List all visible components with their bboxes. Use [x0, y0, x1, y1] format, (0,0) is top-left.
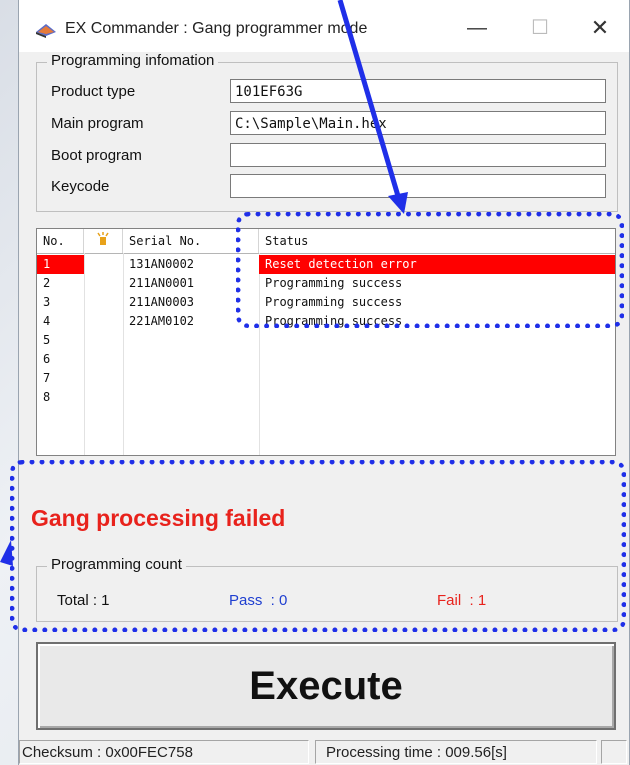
row-status — [259, 350, 615, 369]
column-header-lamp[interactable] — [84, 229, 123, 253]
left-arrow-head — [0, 540, 13, 566]
row-status — [259, 388, 615, 407]
row-status: Programming success — [265, 276, 403, 290]
row-serial — [123, 369, 259, 388]
programming-count-legend: Programming count — [47, 556, 186, 573]
device-list-row[interactable]: 7 — [37, 369, 615, 388]
column-header-no[interactable]: No. — [37, 229, 84, 253]
row-no: 7 — [43, 371, 51, 385]
row-serial: 221AM0102 — [129, 314, 195, 328]
row-status: Reset detection error — [259, 255, 615, 274]
execute-button[interactable]: Execute — [36, 642, 616, 730]
row-no: 4 — [43, 314, 51, 328]
checksum-display: Checksum : 0x00FEC758 — [19, 740, 309, 764]
row-no: 5 — [43, 333, 51, 347]
row-serial — [123, 388, 259, 407]
row-status: Programming success — [265, 314, 403, 328]
device-list-row[interactable]: 1 131AN0002 Reset detection error — [37, 255, 615, 274]
device-list-row[interactable]: 5 — [37, 331, 615, 350]
product-type-field[interactable]: 101EF63G — [230, 79, 606, 103]
device-list[interactable]: No. Serial No. Status 1 131AN0002 Reset de… — [36, 228, 616, 456]
row-serial — [123, 331, 259, 350]
main-program-label: Main program — [51, 115, 144, 132]
status-bar-extra-panel — [601, 740, 627, 764]
row-status — [259, 369, 615, 388]
column-header-serial[interactable]: Serial No. — [123, 229, 259, 253]
minimize-button[interactable]: — — [454, 10, 500, 46]
row-no: 3 — [43, 295, 51, 309]
boot-program-label: Boot program — [51, 147, 142, 164]
close-button[interactable]: ✕ — [577, 10, 623, 46]
row-serial: 211AN0001 — [129, 276, 195, 290]
device-list-row[interactable]: 8 — [37, 388, 615, 407]
row-no: 2 — [43, 276, 51, 290]
row-no: 6 — [43, 352, 51, 366]
programming-info-legend: Programming infomation — [47, 52, 219, 69]
maximize-button[interactable]: ☐ — [517, 10, 563, 46]
total-count: Total : 1 — [57, 592, 110, 609]
device-list-row[interactable]: 3 211AN0003 Programming success — [37, 293, 615, 312]
device-list-header: No. Serial No. Status — [37, 229, 615, 254]
row-serial — [123, 350, 259, 369]
processing-time-display: Processing time : 009.56[s] — [315, 740, 597, 764]
row-serial: 211AN0003 — [129, 295, 195, 309]
row-no: 8 — [43, 390, 51, 404]
keycode-label: Keycode — [51, 178, 110, 195]
pass-count: Pass : 0 — [229, 592, 288, 609]
row-serial: 131AN0002 — [129, 257, 195, 271]
row-status — [259, 331, 615, 350]
keycode-field[interactable] — [230, 174, 606, 198]
main-program-field[interactable]: C:\Sample\Main.hex — [230, 111, 606, 135]
row-no: 1 — [37, 255, 84, 274]
device-list-row[interactable]: 2 211AN0001 Programming success — [37, 274, 615, 293]
row-status: Programming success — [265, 295, 403, 309]
programming-count-group — [36, 566, 618, 622]
fail-count: Fail : 1 — [437, 592, 487, 609]
gang-programmer-window: EX Commander : Gang programmer mode — ☐ … — [18, 0, 630, 765]
device-list-row[interactable]: 4 221AM0102 Programming success — [37, 312, 615, 331]
title-bar: EX Commander : Gang programmer mode — ☐ … — [19, 0, 629, 52]
result-message: Gang processing failed — [31, 505, 286, 531]
device-list-row[interactable]: 6 — [37, 350, 615, 369]
status-bar: Checksum : 0x00FEC758 Processing time : … — [19, 737, 629, 765]
lamp-icon — [97, 232, 109, 245]
window-title: EX Commander : Gang programmer mode — [65, 20, 368, 37]
boot-program-field[interactable] — [230, 143, 606, 167]
product-type-label: Product type — [51, 83, 136, 100]
app-logo-icon — [36, 24, 56, 38]
column-header-status[interactable]: Status — [259, 229, 615, 253]
